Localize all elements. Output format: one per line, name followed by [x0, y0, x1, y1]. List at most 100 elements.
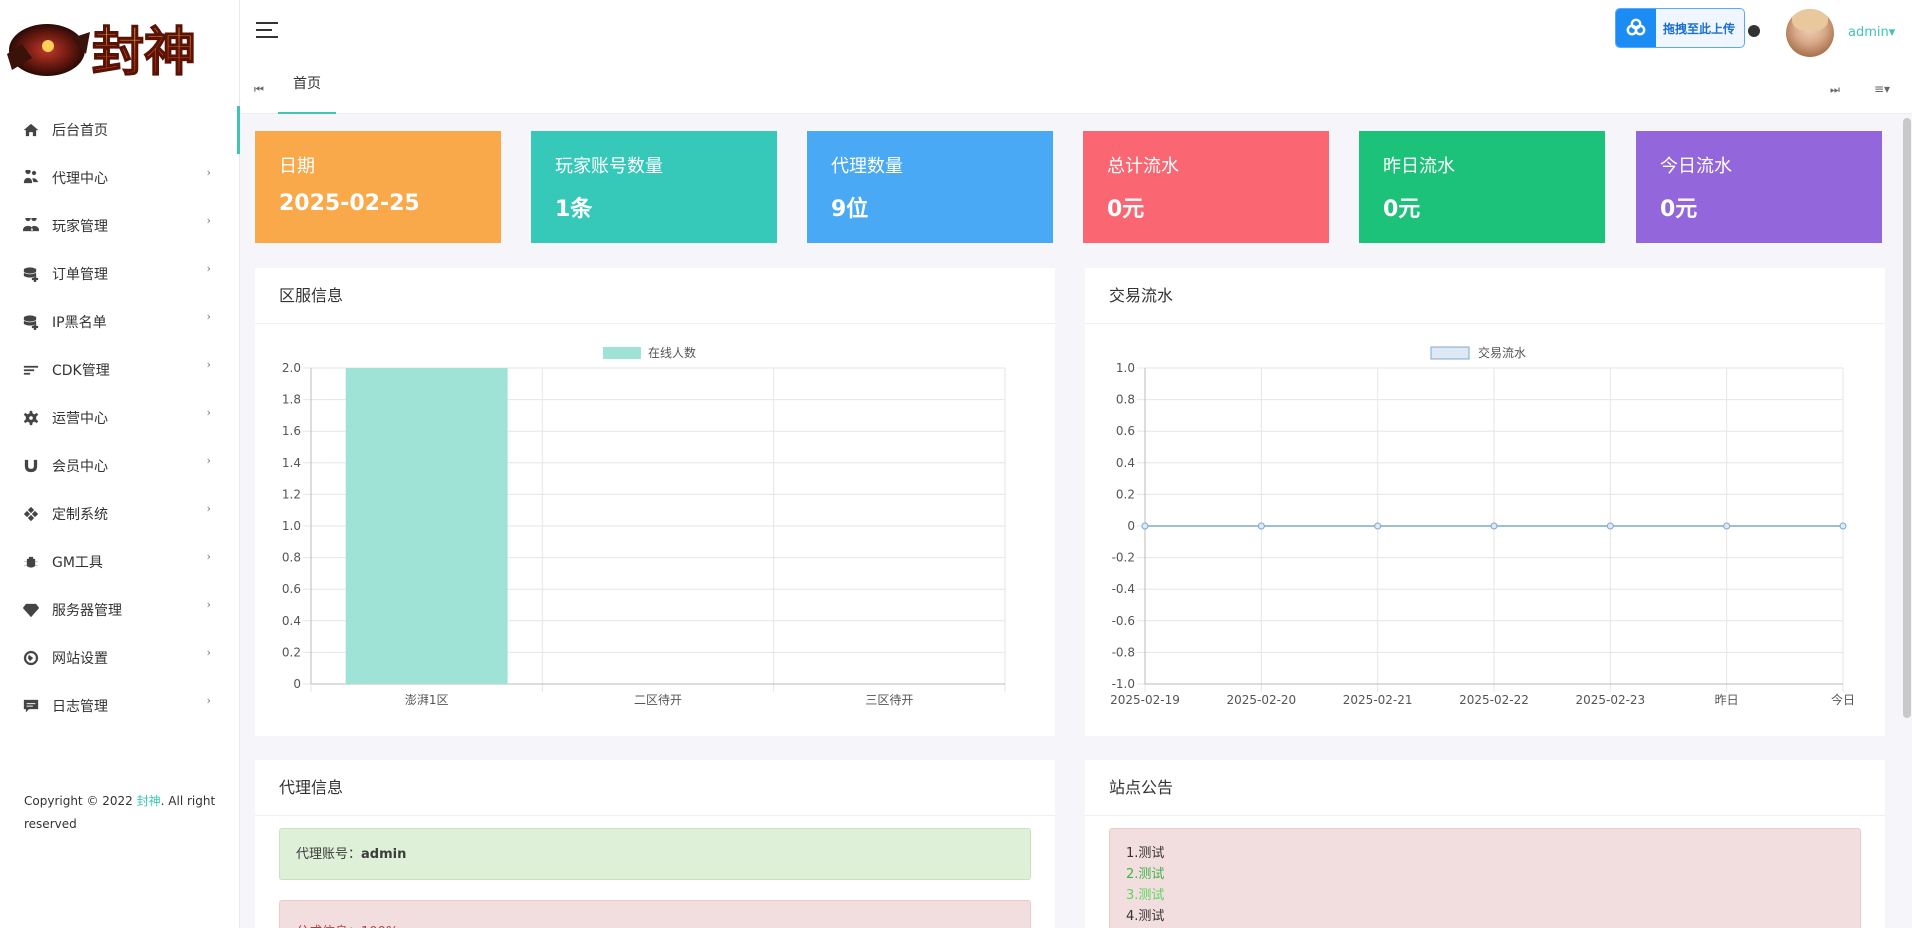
logo[interactable]: 封神: [0, 0, 239, 106]
notice-box: 1.测试 2.测试 3.测试 4.测试: [1109, 828, 1861, 928]
upload-label: 拖拽至此上传: [1663, 21, 1736, 36]
sidebar-item-10[interactable]: GM工具 ›: [0, 538, 239, 586]
tab-bar: ⏮ 首页 ⏭ ≡▾: [240, 66, 1912, 114]
palette-icon[interactable]: [1748, 25, 1760, 37]
database-add-icon: [22, 313, 40, 331]
y-tick-label: 1.0: [282, 519, 301, 533]
data-point[interactable]: [1257, 522, 1265, 530]
gear-icon: [22, 409, 40, 427]
sidebar-item-9[interactable]: 定制系统 ›: [0, 490, 239, 538]
tab-next-icon[interactable]: ⏭: [1830, 83, 1840, 97]
server-online-chart: 在线人数 0 0.2 0.4 0.6 0.8 1.0 1.2 1.4 1.6 1.8 2.0 澎湃1区 二…: [282, 345, 1006, 707]
stat-title: 昨日流水: [1383, 156, 1455, 177]
chevron-right-icon: ›: [206, 166, 211, 179]
y-tick-label: -0.4: [1112, 582, 1135, 596]
sidebar-item-label: 后台首页: [52, 123, 108, 139]
sidebar-item-5[interactable]: IP黑名单 ›: [0, 298, 239, 346]
legend-swatch: [603, 347, 641, 359]
sidebar-item-8[interactable]: 会员中心 ›: [0, 442, 239, 490]
sidebar-item-1[interactable]: 后台首页: [0, 106, 240, 154]
tab-prev-icon[interactable]: ⏮: [254, 83, 264, 97]
scrollbar[interactable]: [1902, 118, 1912, 728]
stat-card: 昨日流水 0元: [1359, 131, 1605, 243]
stat-value: 9位: [831, 197, 869, 222]
y-tick-label: -1.0: [1112, 677, 1135, 691]
legend-label: 在线人数: [648, 345, 696, 360]
y-tick-label: 0.4: [1116, 456, 1135, 470]
group-icon: [22, 217, 40, 235]
sidebar-item-label: 网站设置: [52, 651, 108, 667]
user-menu[interactable]: admin▾: [1848, 25, 1895, 40]
notice-line: 1.测试: [1126, 846, 1165, 861]
data-point[interactable]: [1490, 522, 1498, 530]
notice-panel: 站点公告 1.测试 2.测试 3.测试 4.测试: [1085, 760, 1885, 928]
bar[interactable]: [345, 368, 508, 684]
copyright-brand-link[interactable]: 封神: [137, 794, 161, 808]
stat-card: 总计流水 0元: [1083, 131, 1329, 243]
agent-account-box: 代理账号：admin: [279, 828, 1031, 880]
x-tick-label: 二区待开: [634, 693, 682, 707]
stat-title: 日期: [279, 156, 315, 177]
y-tick-label: 1.6: [282, 424, 301, 438]
panel-title: 代理信息: [255, 760, 1055, 816]
stat-value: 1条: [555, 197, 593, 222]
x-tick-label: 三区待开: [865, 693, 913, 707]
sidebar-item-12[interactable]: 网站设置 ›: [0, 634, 239, 682]
chevron-right-icon: ›: [206, 262, 211, 275]
tab-options-icon[interactable]: ≡▾: [1874, 82, 1890, 96]
x-tick-label: 2025-02-22: [1459, 693, 1529, 707]
x-tick-label: 2025-02-19: [1110, 693, 1180, 707]
sidebar-item-label: 订单管理: [52, 267, 108, 283]
x-tick-label: 今日: [1831, 692, 1855, 707]
y-tick-label: 0: [1127, 519, 1135, 533]
sidebar-item-4[interactable]: 订单管理 ›: [0, 250, 239, 298]
chevron-right-icon: ›: [206, 694, 211, 707]
sidebar-item-7[interactable]: 运营中心 ›: [0, 394, 239, 442]
stat-value: 0元: [1107, 197, 1145, 222]
scrollbar-thumb[interactable]: [1903, 118, 1911, 718]
sidebar-item-3[interactable]: 玩家管理 ›: [0, 202, 239, 250]
sidebar-item-label: 会员中心: [52, 459, 108, 475]
database-add-icon: [22, 265, 40, 283]
notice-line: 4.测试: [1126, 909, 1165, 924]
x-tick-label: 2025-02-23: [1575, 693, 1645, 707]
y-tick-label: 0.6: [282, 582, 301, 596]
chevron-right-icon: ›: [206, 502, 211, 515]
copyright: Copyright © 2022 封神. All right reserved: [24, 790, 224, 836]
y-tick-label: 1.2: [282, 487, 301, 501]
chevron-right-icon: ›: [206, 454, 211, 467]
chevron-right-icon: ›: [206, 214, 211, 227]
data-point[interactable]: [1374, 522, 1382, 530]
data-point[interactable]: [1606, 522, 1614, 530]
y-tick-label: -0.6: [1112, 614, 1135, 628]
upload-widget[interactable]: 拖拽至此上传: [1615, 8, 1745, 48]
data-point[interactable]: [1723, 522, 1731, 530]
logo-text: 封神: [92, 23, 196, 83]
agent-share-box: 分成信息：100%: [279, 900, 1031, 928]
stat-card: 今日流水 0元: [1636, 131, 1882, 243]
sidebar-item-13[interactable]: 日志管理 ›: [0, 682, 239, 730]
people-icon: [22, 169, 40, 187]
sidebar-item-11[interactable]: 服务器管理 ›: [0, 586, 239, 634]
home-icon: [22, 121, 40, 139]
y-tick-label: 0: [293, 677, 301, 691]
chevron-right-icon: ›: [206, 598, 211, 611]
sidebar-item-2[interactable]: 代理中心 ›: [0, 154, 239, 202]
x-tick-label: 澎湃1区: [405, 693, 449, 707]
top-bar: 拖拽至此上传 admin▾: [240, 0, 1912, 66]
server-info-panel: 区服信息 在线人数 0 0.2 0.4 0.6 0.8 1.0 1.2 1.4 1.6 1.8 2.0…: [255, 268, 1055, 736]
sidebar-item-6[interactable]: CDK管理 ›: [0, 346, 239, 394]
tab-home[interactable]: 首页: [278, 66, 336, 114]
menu-toggle-icon[interactable]: [256, 22, 278, 42]
agent-share-text: 分成信息：100%: [296, 901, 1030, 928]
avatar[interactable]: [1786, 9, 1834, 57]
legend-label: 交易流水: [1478, 345, 1526, 360]
logo-image: 封神: [7, 22, 197, 84]
agent-account-value: admin: [361, 847, 407, 862]
data-point[interactable]: [1141, 522, 1149, 530]
data-point[interactable]: [1839, 522, 1847, 530]
stat-title: 总计流水: [1107, 156, 1179, 177]
stat-value: 0元: [1660, 197, 1698, 222]
sidebar-item-label: 玩家管理: [52, 219, 108, 235]
transactions-panel: 交易流水 交易流水 -1.0 -0.8 -0.6 -0.4 -0.2 0 0.2 0.4 0.6 0…: [1085, 268, 1885, 736]
